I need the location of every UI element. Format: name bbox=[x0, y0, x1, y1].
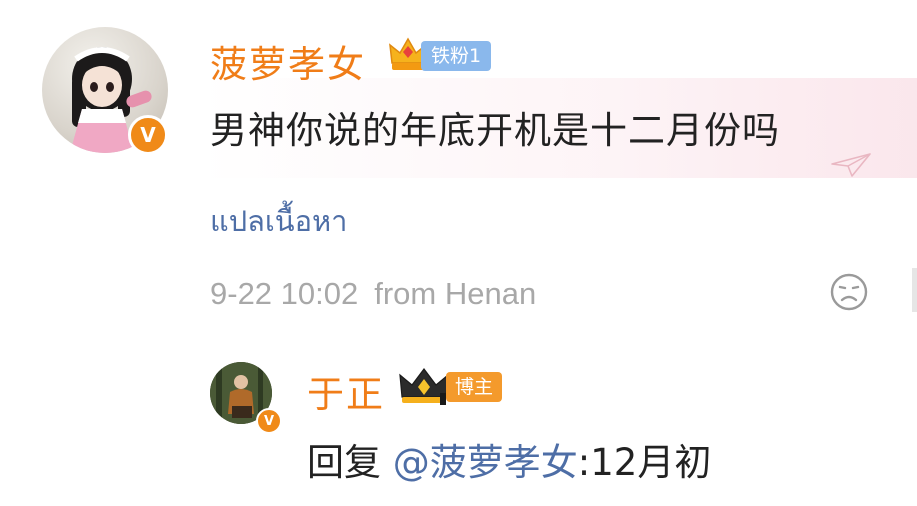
comment-username[interactable]: 菠萝孝女 bbox=[210, 34, 366, 88]
verified-badge: V bbox=[128, 115, 168, 155]
reply-mention-link[interactable]: @菠萝孝女 bbox=[393, 441, 578, 484]
blogger-badge: 博主 bbox=[446, 372, 503, 402]
reply-separator: : bbox=[577, 441, 591, 484]
reply-verified-badge: V bbox=[256, 408, 282, 434]
reply-content: 12月初 bbox=[590, 441, 712, 484]
sad-face-icon[interactable] bbox=[829, 272, 869, 312]
scroll-edge bbox=[912, 268, 917, 312]
fan-badge: 铁粉1 bbox=[421, 41, 492, 71]
comment-text: 男神你说的年底开机是十二月份吗 bbox=[210, 109, 780, 152]
translate-link[interactable]: แปลเนื้อหา bbox=[210, 198, 347, 244]
paper-plane-icon bbox=[831, 153, 871, 177]
comment-meta: 9-22 10:02 from Henan bbox=[210, 276, 536, 312]
reply-text: 回复 @菠萝孝女:12月初 bbox=[307, 432, 711, 486]
comment-location: from Henan bbox=[374, 276, 537, 311]
comment-thread: V 菠萝孝女 铁粉1 男神你说的年底开机是十二月份吗 แปลเนื้อหา 9-… bbox=[0, 0, 917, 506]
comment-time: 9-22 10:02 bbox=[210, 276, 359, 311]
reply-prefix: 回复 bbox=[307, 441, 381, 484]
crown-icon bbox=[399, 368, 449, 405]
reply-username[interactable]: 于正 bbox=[307, 364, 385, 418]
